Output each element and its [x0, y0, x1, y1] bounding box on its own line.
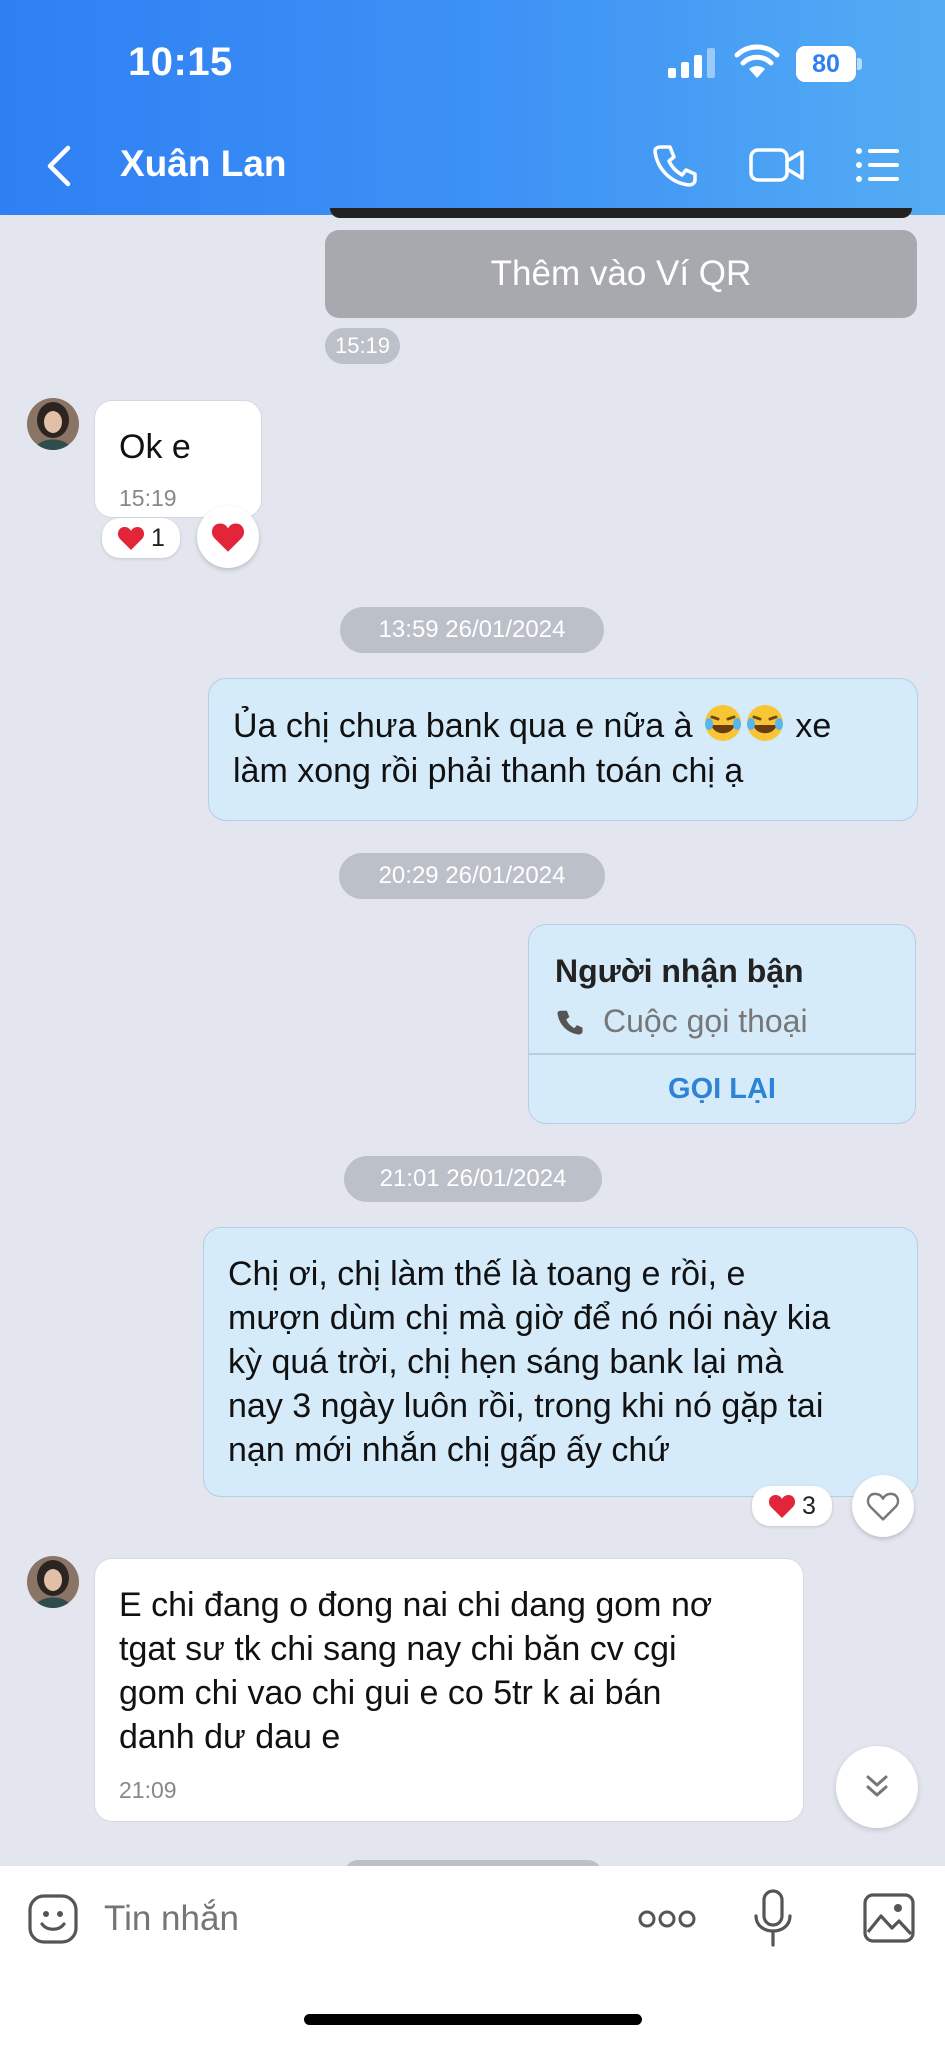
add-to-qr-wallet-button[interactable]: Thêm vào Ví QR: [325, 230, 917, 318]
cellular-signal-icon: [668, 48, 715, 78]
laughing-emoji-icon: [702, 703, 744, 754]
message-text: Chị ơi, chị làm thế là toang e rồi, e mư…: [228, 1252, 830, 1472]
previous-card-edge: [330, 208, 912, 218]
battery-indicator: 80: [796, 46, 862, 82]
scroll-to-bottom-button[interactable]: [836, 1746, 918, 1828]
message-line: mượn dùm chị mà giờ để nó nói này kia: [228, 1299, 831, 1337]
call-back-button[interactable]: GỌI LẠI: [529, 1055, 915, 1123]
menu-list-icon[interactable]: [853, 141, 901, 189]
sent-message-bubble[interactable]: Ủa chị chưa bank qua e nữa à xe làm xong…: [208, 678, 918, 821]
message-line: nay 3 ngày luôn rồi, trong khi nó gặp ta…: [228, 1387, 824, 1425]
avatar[interactable]: [27, 1556, 79, 1608]
call-subtitle: Cuộc gọi thoại: [603, 1003, 808, 1039]
avatar-image: [27, 398, 79, 450]
laughing-emoji-icon: [744, 703, 786, 754]
message-line: nạn mới nhắn chị gấp ấy chứ: [228, 1431, 670, 1469]
contact-name[interactable]: Xuân Lan: [120, 143, 287, 185]
reaction-count: 3: [802, 1491, 816, 1520]
reaction-button[interactable]: [197, 506, 259, 568]
message-line: Chị ơi, chị làm thế là toang e rồi, e: [228, 1255, 746, 1293]
more-options-icon[interactable]: [638, 1908, 696, 1930]
battery-level: 80: [812, 50, 840, 78]
wifi-icon: [734, 44, 780, 78]
heart-icon: [211, 523, 245, 552]
message-input[interactable]: [104, 1888, 584, 1950]
message-line: tgat sư tk chi sang nay chi băn cv cgi: [119, 1630, 677, 1668]
add-to-qr-wallet-label: Thêm vào Ví QR: [490, 254, 752, 293]
missed-call-card[interactable]: Người nhận bận Cuộc gọi thoại GỌI LẠI: [528, 924, 916, 1124]
sticker-emoji-icon[interactable]: [27, 1893, 79, 1945]
back-icon[interactable]: [44, 144, 74, 188]
received-message-bubble[interactable]: E chi đang o đong nai chi dang gom nơ tg…: [94, 1558, 804, 1822]
message-line: E chi đang o đong nai chi dang gom nơ: [119, 1586, 713, 1624]
image-gallery-icon[interactable]: [862, 1892, 916, 1944]
chat-header: 10:15 80 Xuân Lan: [0, 0, 945, 215]
home-indicator: [304, 2014, 642, 2025]
message-line: Ủa chị chưa bank qua e nữa à: [233, 707, 693, 745]
microphone-icon[interactable]: [752, 1888, 794, 1948]
heart-outline-icon: [866, 1492, 900, 1521]
heart-icon: [117, 527, 145, 550]
message-line: xe: [795, 707, 832, 745]
date-divider: 21:01 26/01/2024: [344, 1156, 602, 1202]
phone-icon: [557, 1010, 583, 1035]
date-divider: 13:59 26/01/2024: [340, 607, 604, 653]
call-title: Người nhận bận: [555, 953, 804, 989]
date-divider: 20:29 26/01/2024: [339, 853, 605, 899]
message-line: danh dư dau e: [119, 1718, 341, 1756]
phone-call-icon[interactable]: [651, 141, 699, 189]
avatar-image: [27, 1556, 79, 1608]
message-time: 21:09: [119, 1777, 177, 1803]
avatar[interactable]: [27, 398, 79, 450]
message-line: làm xong rồi phải thanh toán chị ạ: [233, 752, 744, 790]
status-time: 10:15: [128, 40, 233, 84]
message-line: kỳ quá trời, chị hẹn sáng bank lại mà: [228, 1343, 784, 1381]
message-time: 15:19: [119, 485, 177, 511]
message-text: Ủa chị chưa bank qua e nữa à xe: [233, 703, 831, 754]
double-chevron-down-icon: [866, 1775, 888, 1797]
reaction-summary[interactable]: 3: [752, 1486, 832, 1526]
message-line: gom chi vao chi gui e co 5tr k ai bán: [119, 1674, 662, 1712]
sent-message-bubble[interactable]: Chị ơi, chị làm thế là toang e rồi, e mư…: [203, 1227, 918, 1497]
message-time-badge: 15:19: [325, 328, 400, 364]
video-call-icon[interactable]: [748, 141, 806, 189]
received-message-bubble[interactable]: Ok e 15:19: [94, 400, 262, 518]
reaction-button[interactable]: [852, 1475, 914, 1537]
message-text: Ok e: [119, 428, 191, 466]
reaction-summary[interactable]: 1: [102, 518, 180, 558]
heart-icon: [768, 1495, 796, 1518]
reaction-count: 1: [151, 523, 165, 552]
message-text: E chi đang o đong nai chi dang gom nơ tg…: [119, 1583, 712, 1759]
